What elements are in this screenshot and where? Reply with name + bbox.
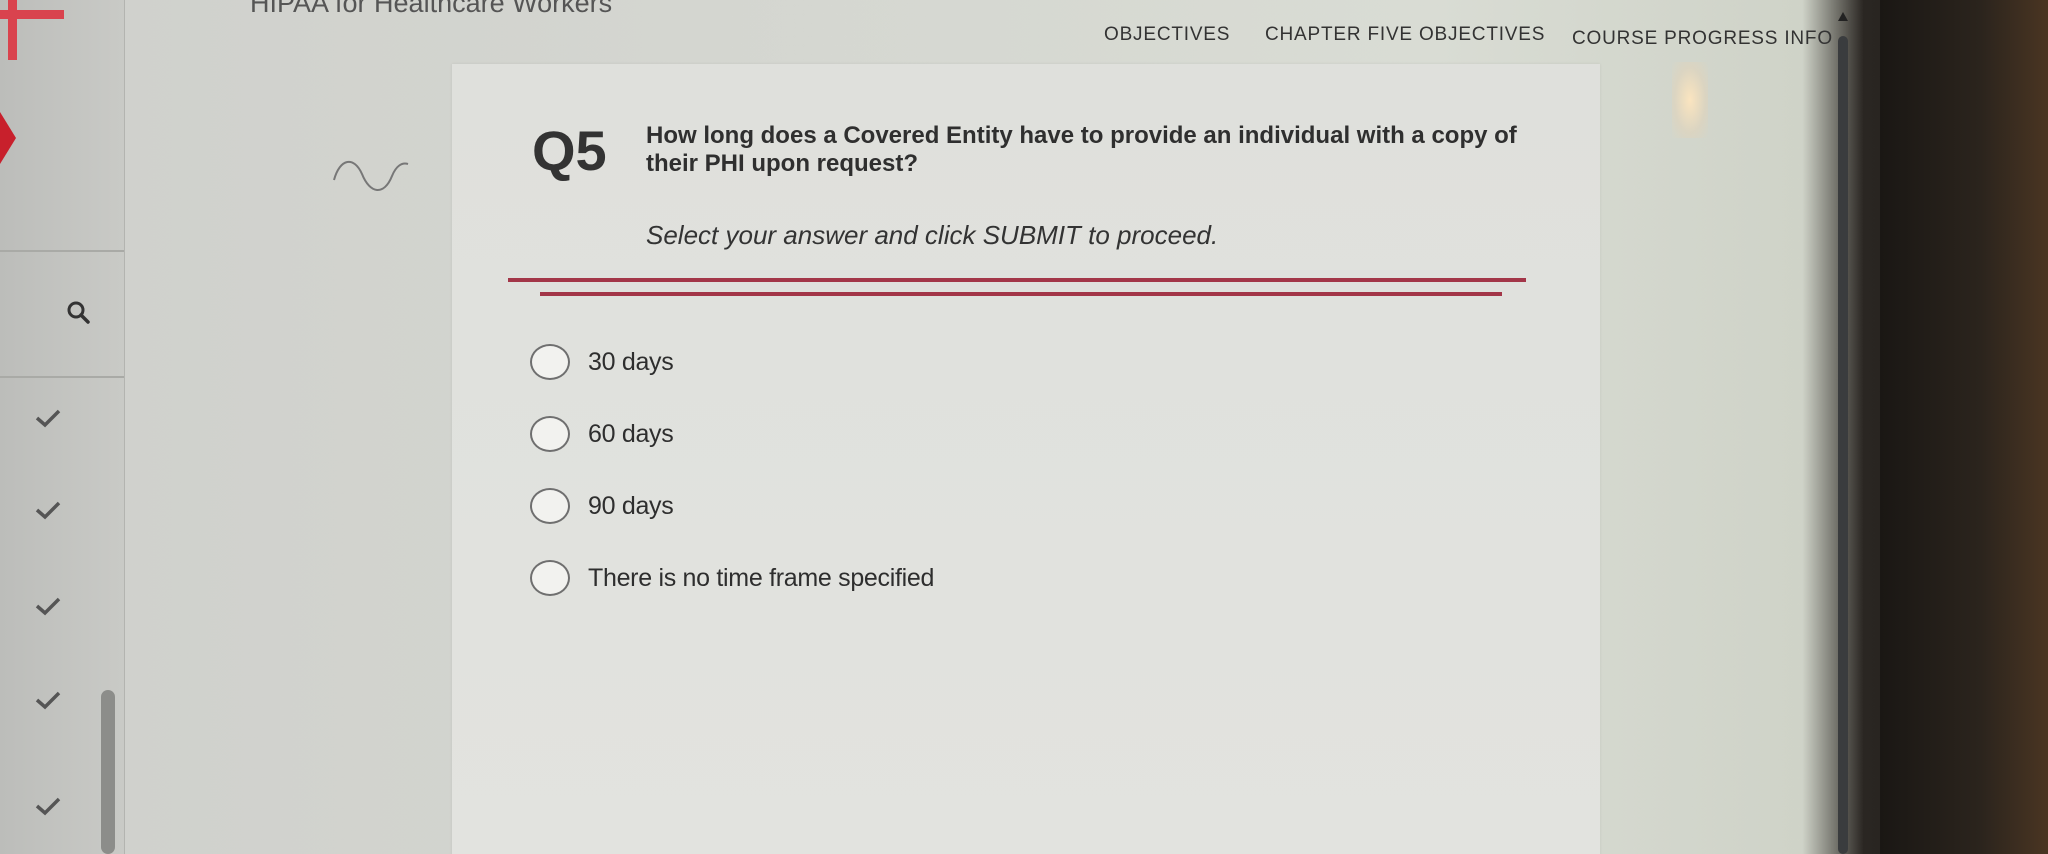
sidebar-divider xyxy=(0,376,124,378)
radio-button[interactable] xyxy=(530,416,570,452)
sidebar xyxy=(0,0,125,854)
nav-chapter-five-objectives[interactable]: CHAPTER FIVE OBJECTIVES xyxy=(1265,24,1545,46)
radio-button[interactable] xyxy=(530,344,570,380)
radio-button[interactable] xyxy=(530,560,570,596)
plus-icon[interactable] xyxy=(0,0,70,60)
answer-option-90-days[interactable]: 90 days xyxy=(530,484,674,528)
question-text: How long does a Covered Entity have to p… xyxy=(646,122,1517,177)
sidebar-scrollbar[interactable] xyxy=(101,690,115,854)
nav-course-progress-info[interactable]: COURSE PROGRESS INFO xyxy=(1572,28,1833,50)
search-icon[interactable] xyxy=(66,300,90,324)
answer-label: 30 days xyxy=(588,347,674,376)
answer-label: 60 days xyxy=(588,419,674,448)
radio-button[interactable] xyxy=(530,488,570,524)
scroll-up-arrow-icon[interactable] xyxy=(1838,12,1848,21)
check-icon xyxy=(35,409,61,428)
sidebar-divider xyxy=(0,250,124,252)
bookmark-flag-icon xyxy=(0,112,16,164)
question-number: Q5 xyxy=(532,119,607,182)
nav-objectives[interactable]: OBJECTIVES xyxy=(1104,24,1230,46)
check-icon xyxy=(35,597,61,616)
screen-glare xyxy=(1672,62,1708,138)
page-scrollbar[interactable] xyxy=(1838,36,1848,854)
check-icon xyxy=(35,797,61,816)
answer-option-30-days[interactable]: 30 days xyxy=(530,340,674,384)
question-panel xyxy=(452,64,1600,854)
answer-option-60-days[interactable]: 60 days xyxy=(530,412,674,456)
check-icon xyxy=(35,501,61,520)
squiggle-icon xyxy=(333,161,409,191)
answer-label: There is no time frame specified xyxy=(588,563,935,592)
divider-line xyxy=(540,292,1502,296)
answer-option-no-time-frame[interactable]: There is no time frame specified xyxy=(530,556,934,600)
answer-label: 90 days xyxy=(588,491,674,520)
divider-line xyxy=(508,278,1526,282)
monitor-bezel xyxy=(1880,0,2048,854)
check-icon xyxy=(35,691,61,710)
course-title: HIPAA for Healthcare Workers xyxy=(250,0,613,18)
instruction-text: Select your answer and click SUBMIT to p… xyxy=(646,220,1219,250)
